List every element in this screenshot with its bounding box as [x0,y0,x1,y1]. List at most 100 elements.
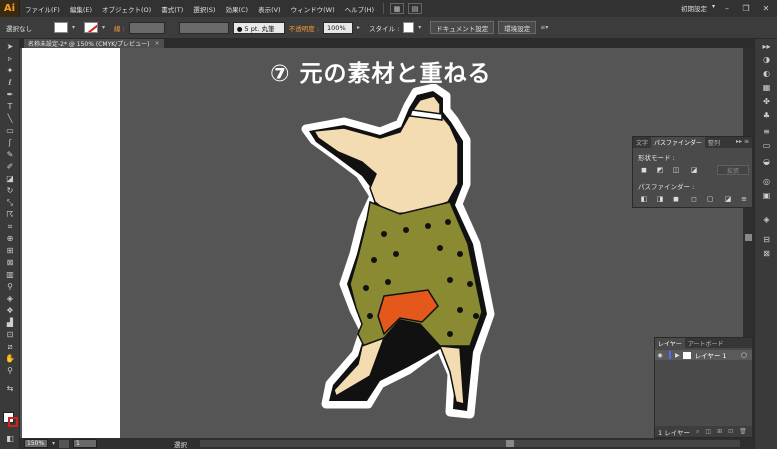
swap-colors-icon[interactable]: ⇆ [4,384,16,394]
visibility-eye-icon[interactable]: ◉ [655,352,665,359]
menu-file[interactable]: ファイル(F) [20,4,65,14]
vertical-scroll-thumb[interactable] [745,234,752,241]
status-text[interactable]: 選択 [174,439,187,449]
first-artboard-icon[interactable] [59,439,70,448]
pencil-icon[interactable]: ✎ [4,150,16,160]
menu-window[interactable]: ウィンドウ(W) [286,4,340,14]
horizontal-scrollbar[interactable] [200,440,740,447]
trim-icon[interactable]: ◨ [655,194,665,203]
menu-effect[interactable]: 効果(C) [220,4,253,14]
tab-character[interactable]: 文字 [633,138,651,147]
fill-swatch[interactable] [54,22,68,33]
new-layer-icon[interactable]: ⊡ [728,428,733,435]
graphic-style-swatch[interactable] [403,22,415,33]
delete-layer-icon[interactable]: 🗑 [739,428,747,435]
expand-arrow-icon[interactable]: ▶ [675,352,680,359]
type-tool-icon[interactable]: T [4,102,16,112]
transform-panel-icon[interactable]: ⊠ [761,249,772,258]
zoom-field[interactable]: 150% [24,439,48,448]
selection-tool-icon[interactable]: ➤ [4,42,16,52]
eraser-icon[interactable]: ◪ [4,174,16,184]
brush-definition[interactable]: ● 5 pt. 丸筆 [232,21,285,34]
tab-pathfinder[interactable]: パスファインダー [651,137,706,148]
locate-object-icon[interactable]: ⌕ [696,428,699,436]
tab-artboards[interactable]: アートボード [685,339,727,348]
zoom-tool-icon[interactable]: ⚲ [4,366,16,376]
color-guide-icon[interactable]: ◐ [761,69,772,78]
menu-view[interactable]: 表示(V) [253,4,286,14]
new-sublayer-icon[interactable]: ⊞ [717,428,722,435]
menu-edit[interactable]: 編集(E) [65,4,97,14]
clipping-mask-icon[interactable]: ◫ [705,428,711,435]
expand-button[interactable]: 拡張 [717,165,749,175]
stroke-color-box[interactable] [8,417,18,427]
draw-mode-icon[interactable]: ◧ [4,434,16,444]
gradient-tool-icon[interactable]: ▥ [4,270,16,280]
menu-type[interactable]: 書式(T) [156,4,188,14]
layer-name[interactable]: レイヤー 1 [695,350,727,360]
pen-tool-icon[interactable]: ✒ [4,90,16,100]
close-icon[interactable]: × [155,40,160,47]
chevron-down-icon[interactable]: ▾ [102,22,110,33]
opacity-label[interactable]: 不透明度 : [289,23,319,33]
stroke-weight-field[interactable] [128,21,165,34]
artboard-tool-icon[interactable]: ⊡ [4,330,16,340]
opacity-field[interactable]: 100% [323,21,354,34]
unite-icon[interactable]: ◼ [639,165,649,174]
gradient-panel-icon[interactable]: ▭ [761,141,772,150]
bridge-icon[interactable]: ▦ [390,3,405,14]
menu-select[interactable]: 選択(S) [188,4,220,14]
paintbrush-icon[interactable]: ʃ [4,138,16,148]
horizontal-scroll-thumb[interactable] [506,440,514,447]
chevron-right-icon[interactable]: ▸ [357,22,365,33]
mesh-tool-icon[interactable]: ⊠ [4,258,16,268]
canvas[interactable]: ⑦ 元の素材と重ねる [20,48,754,438]
document-tab[interactable]: 名称未設定-2* @ 150% (CMYK/プレビュー) × [24,39,164,48]
column-graph-icon[interactable]: ▟ [4,318,16,328]
perspective-grid-icon[interactable]: ⊞ [4,246,16,256]
document-setup-button[interactable]: ドキュメント設定 [430,21,495,34]
restore-icon[interactable]: ❐ [738,2,754,14]
stroke-label[interactable]: 線 : [114,23,125,33]
crop-icon[interactable]: ◻ [689,194,699,203]
warp-tool-icon[interactable]: ☈ [4,210,16,220]
layers-panel-icon[interactable]: ◈ [761,215,772,224]
graphic-styles-icon[interactable]: ▣ [761,191,772,200]
preferences-button[interactable]: 環境設定 [498,21,537,34]
blend-tool-icon[interactable]: ◈ [4,294,16,304]
slice-tool-icon[interactable]: ⧄ [4,342,16,352]
line-tool-icon[interactable]: ╲ [4,114,16,124]
chevron-down-icon[interactable]: ▾ [712,3,715,10]
tab-align[interactable]: 整列 [705,138,723,147]
brushes-icon[interactable]: ✤ [761,97,772,106]
symbol-sprayer-icon[interactable]: ❖ [4,306,16,316]
free-transform-icon[interactable]: ⌗ [4,222,16,232]
chevron-down-icon[interactable]: ▾ [72,22,80,33]
appearance-icon[interactable]: ◎ [761,177,772,186]
chevron-down-icon[interactable]: ▾ [52,440,55,447]
tab-layers[interactable]: レイヤー [655,338,685,348]
hand-tool-icon[interactable]: ✋ [4,354,16,364]
swatches-icon[interactable]: ▦ [761,83,772,92]
outline-icon[interactable]: ▢ [705,194,715,203]
stroke-swatch[interactable] [84,22,98,33]
traced-figure-illustration[interactable] [300,84,500,419]
rectangle-tool-icon[interactable]: ▭ [4,126,16,136]
arrange-documents-icon[interactable]: ▤ [408,3,423,14]
stroke-panel-icon[interactable]: ≡ [761,127,772,136]
color-panel-icon[interactable]: ◑ [761,55,772,64]
transparency-icon[interactable]: ◒ [761,157,772,166]
minimize-icon[interactable]: – [719,2,735,14]
exclude-icon[interactable]: ◪ [689,165,699,174]
blob-brush-icon[interactable]: ✐ [4,162,16,172]
rotate-tool-icon[interactable]: ↻ [4,186,16,196]
minus-front-icon[interactable]: ◩ [655,165,665,174]
target-circle-icon[interactable]: ○ [741,351,747,359]
intersect-icon[interactable]: ◫ [671,165,681,174]
scale-tool-icon[interactable]: ⤡ [4,198,16,208]
direct-selection-tool-icon[interactable]: ▹ [4,54,16,64]
menu-help[interactable]: ヘルプ(H) [340,4,379,14]
workspace-switcher[interactable]: 初期設定 [681,3,707,13]
divide-icon[interactable]: ◧ [639,194,649,203]
shape-builder-icon[interactable]: ⊕ [4,234,16,244]
